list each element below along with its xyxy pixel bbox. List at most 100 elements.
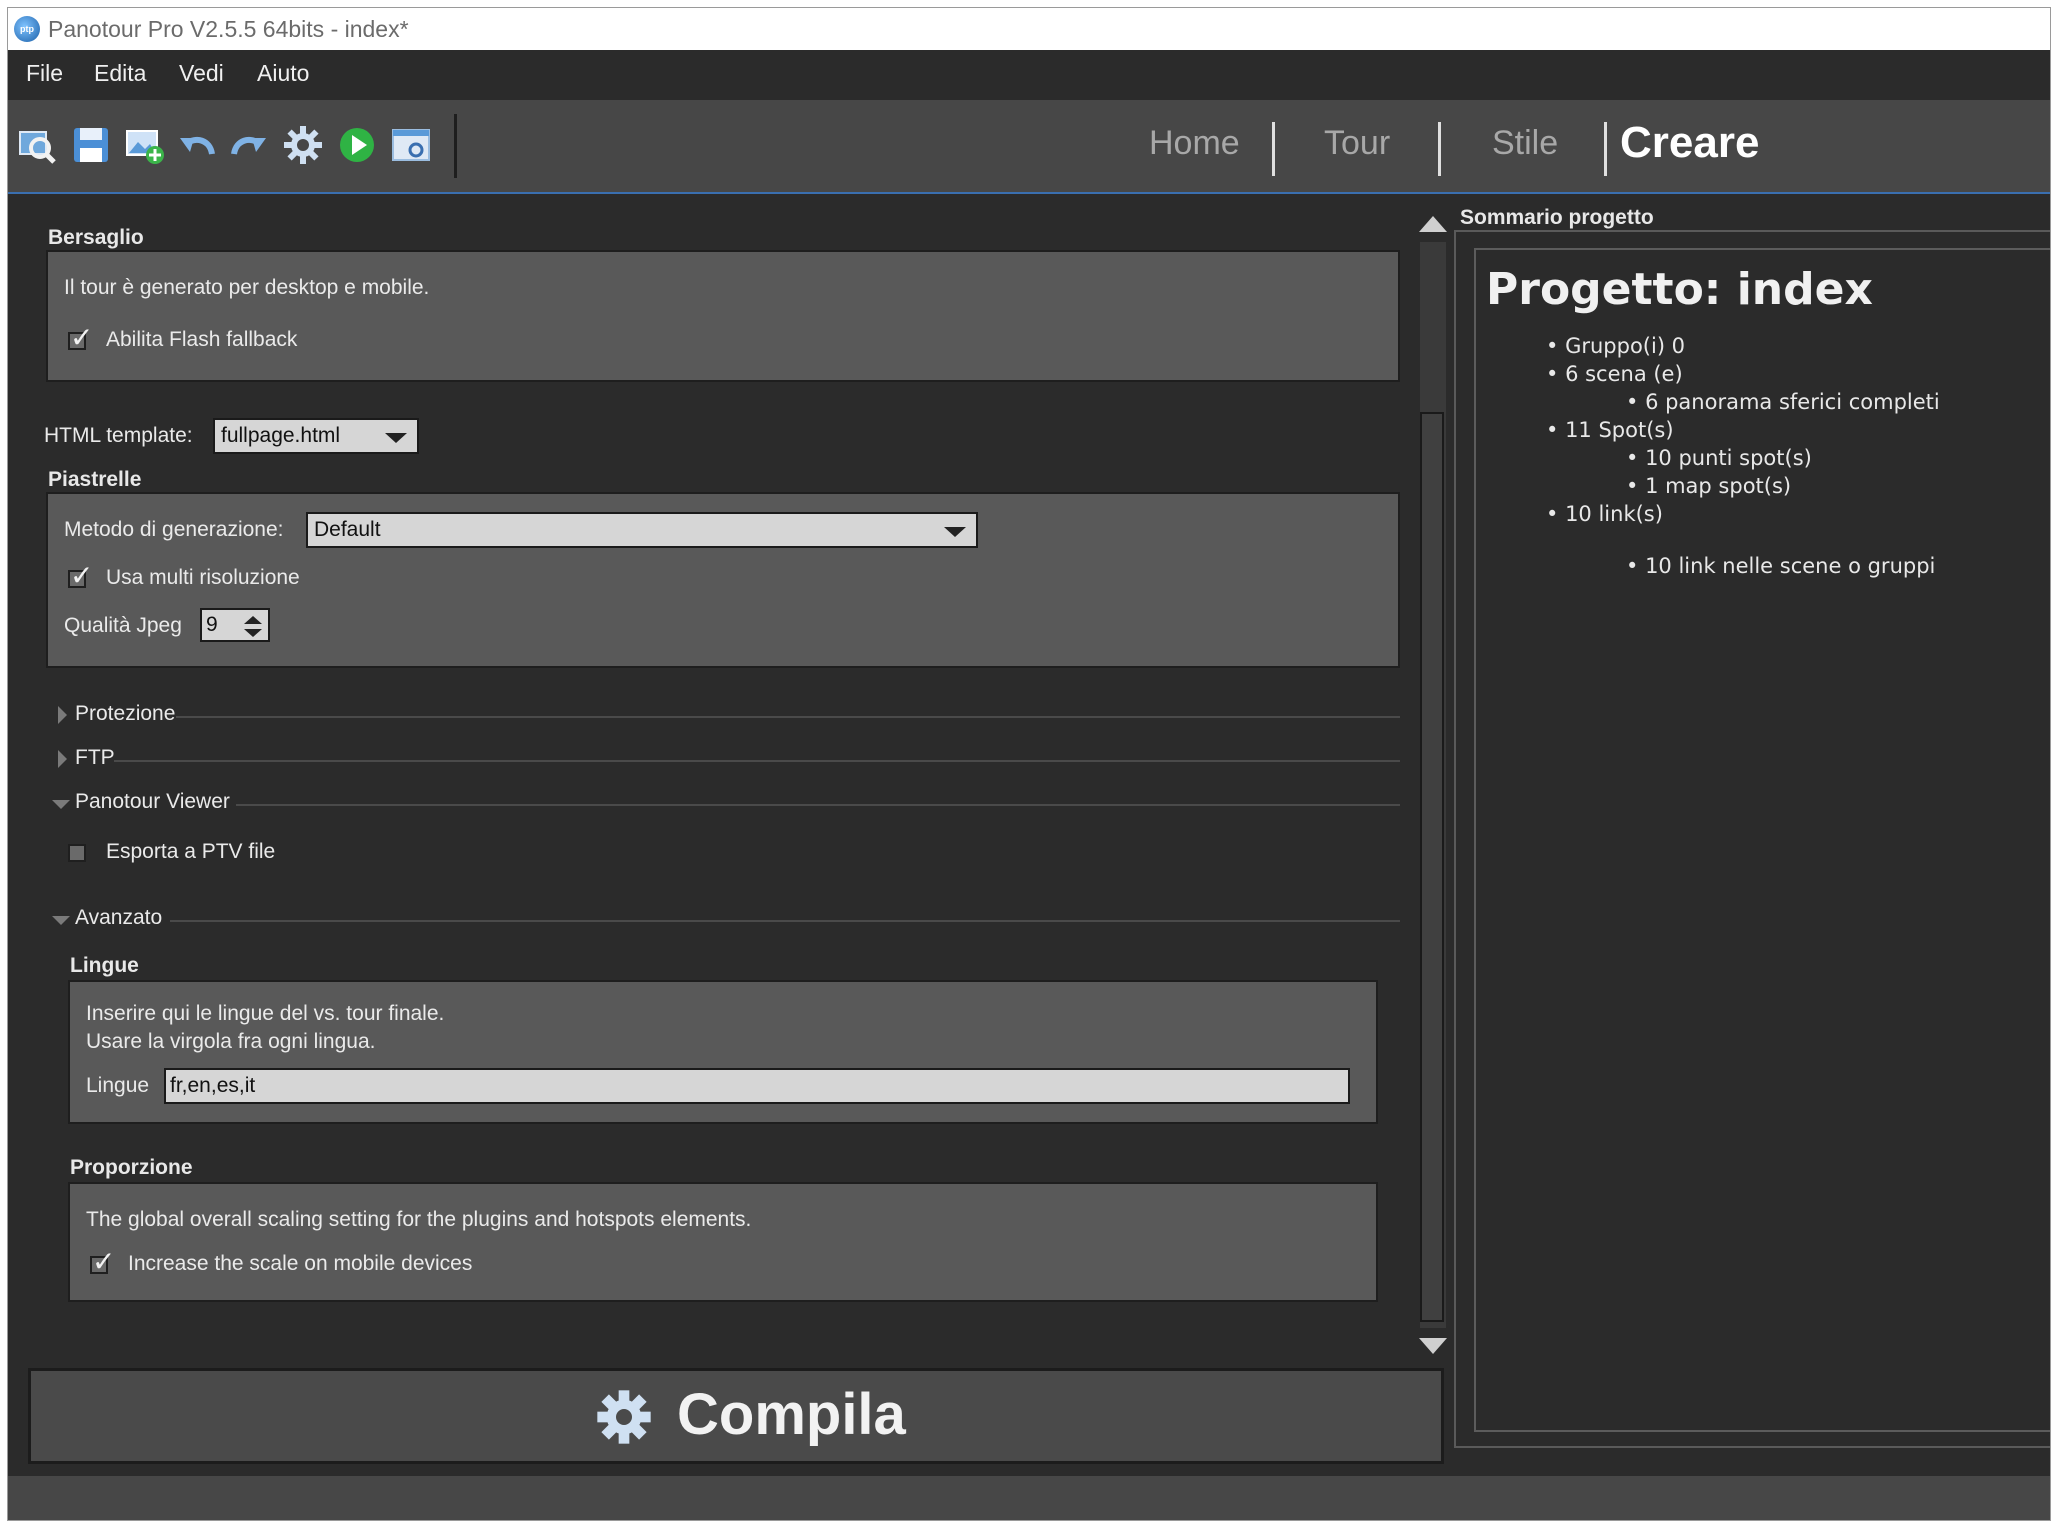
summary-bullet: • 1 map spot(s): [1626, 474, 1792, 498]
mobile-scale-checkbox[interactable]: ✓: [90, 1248, 115, 1276]
tab-home[interactable]: Home: [1149, 124, 1240, 163]
build-settings-panel: Bersaglio Il tour è generato per desktop…: [8, 194, 1428, 1350]
html-template-value: fullpage.html: [221, 424, 341, 447]
menu-bar: File Edita Vedi Aiuto: [8, 50, 2050, 100]
status-bar: [8, 1476, 2050, 1520]
multires-label: Usa multi risoluzione: [106, 566, 300, 589]
generation-method-label: Metodo di generazione:: [64, 518, 284, 541]
summary-point-spots: 10 punti spot(s): [1645, 446, 1812, 470]
menu-view[interactable]: Vedi: [179, 60, 224, 87]
divider: [236, 804, 1400, 806]
summary-scenes: 6 scena (e): [1565, 362, 1683, 386]
summary-links: 10 link(s): [1565, 502, 1663, 526]
compile-button[interactable]: Compila: [28, 1368, 1444, 1464]
summary-bullet: • 10 link nelle scene o gruppi: [1626, 554, 1936, 578]
html-template-select[interactable]: fullpage.html: [213, 418, 419, 454]
checkmark-icon: ✓: [92, 1246, 116, 1277]
export-ptv-checkbox[interactable]: [68, 844, 86, 862]
find-icon[interactable]: [16, 124, 58, 166]
spin-up-icon[interactable]: [244, 616, 262, 624]
languages-help-line1: Inserire qui le lingue del vs. tour fina…: [86, 1002, 445, 1025]
divider: [114, 760, 1400, 762]
undo-icon[interactable]: [176, 124, 218, 166]
preview-window-icon[interactable]: [390, 124, 432, 166]
scroll-up-arrow-icon[interactable]: [1419, 216, 1447, 232]
multires-checkbox[interactable]: ✓: [68, 562, 93, 590]
summary-bullet: • 10 link(s): [1546, 502, 1663, 526]
section-protection[interactable]: Protezione: [75, 702, 175, 726]
languages-group: Inserire qui le lingue del vs. tour fina…: [68, 980, 1378, 1124]
section-ftp[interactable]: FTP: [75, 746, 115, 770]
summary-bullet: • 6 panorama sferici completi: [1626, 390, 1940, 414]
summary-panel-title: Sommario progetto: [1460, 206, 1654, 229]
languages-input[interactable]: fr,en,es,it: [164, 1068, 1350, 1104]
menu-file[interactable]: File: [26, 60, 63, 87]
generation-method-select[interactable]: Default: [306, 512, 978, 548]
chevron-down-icon: [385, 433, 407, 443]
proportion-group-title: Proporzione: [70, 1156, 193, 1179]
window-title: Panotour Pro V2.5.5 64bits - index*: [48, 16, 409, 42]
scroll-down-arrow-icon[interactable]: [1419, 1338, 1447, 1354]
summary-bullet: • 6 scena (e): [1546, 362, 1683, 386]
proportion-description: The global overall scaling setting for t…: [86, 1208, 752, 1231]
languages-field-label: Lingue: [86, 1074, 150, 1097]
summary-map-spots: 1 map spot(s): [1645, 474, 1792, 498]
scroll-thumb[interactable]: [1420, 412, 1444, 1322]
summary-bullet: • Gruppo(i) 0: [1546, 334, 1686, 358]
tab-separator: [1604, 122, 1607, 176]
section-advanced[interactable]: Avanzato: [75, 906, 162, 930]
tab-separator: [1438, 122, 1441, 176]
toolbar-separator: [454, 114, 457, 178]
add-panorama-icon[interactable]: [124, 124, 166, 166]
expand-arrow-icon[interactable]: [58, 750, 67, 768]
app-window: ptp Panotour Pro V2.5.5 64bits - index* …: [8, 8, 2050, 1520]
play-icon[interactable]: [336, 124, 378, 166]
checkmark-icon: ✓: [70, 322, 94, 353]
spin-down-icon[interactable]: [244, 629, 262, 637]
vertical-scrollbar[interactable]: [1418, 212, 1448, 1360]
tab-style[interactable]: Stile: [1492, 124, 1558, 163]
summary-bullet: • 11 Spot(s): [1546, 418, 1674, 442]
section-panotour-viewer[interactable]: Panotour Viewer: [75, 790, 230, 814]
divider: [170, 920, 1400, 922]
mobile-scale-label: Increase the scale on mobile devices: [128, 1252, 473, 1275]
languages-input-value: fr,en,es,it: [170, 1074, 256, 1097]
languages-help-line2: Usare la virgola fra ogni lingua.: [86, 1030, 376, 1053]
compile-label: Compila: [677, 1382, 906, 1447]
summary-heading: Progetto: index: [1486, 264, 1873, 315]
expand-arrow-icon[interactable]: [58, 706, 67, 724]
gear-icon: [597, 1390, 651, 1444]
menu-help[interactable]: Aiuto: [257, 60, 309, 87]
html-template-label: HTML template:: [44, 424, 193, 447]
tab-separator: [1272, 122, 1275, 176]
checkmark-icon: ✓: [70, 560, 94, 591]
tab-create[interactable]: Creare: [1620, 118, 1759, 168]
export-ptv-label: Esporta a PTV file: [106, 840, 276, 863]
target-group-title: Bersaglio: [48, 226, 144, 249]
collapse-arrow-icon[interactable]: [52, 916, 70, 925]
tab-tour[interactable]: Tour: [1324, 124, 1390, 163]
summary-spots: 11 Spot(s): [1565, 418, 1674, 442]
tiles-group: Metodo di generazione: Default ✓ Usa mul…: [46, 492, 1400, 668]
save-icon[interactable]: [70, 124, 112, 166]
target-group: Il tour è generato per desktop e mobile.…: [46, 250, 1400, 382]
jpeg-quality-spinbox[interactable]: 9: [200, 608, 270, 642]
settings-gear-icon[interactable]: [282, 124, 324, 166]
collapse-arrow-icon[interactable]: [52, 800, 70, 809]
title-bar: ptp Panotour Pro V2.5.5 64bits - index*: [8, 8, 2050, 50]
jpeg-quality-value: 9: [206, 613, 218, 636]
flash-fallback-checkbox[interactable]: ✓: [68, 324, 93, 352]
languages-group-title: Lingue: [70, 954, 139, 977]
proportion-group: The global overall scaling setting for t…: [68, 1182, 1378, 1302]
redo-icon[interactable]: [228, 124, 270, 166]
divider: [176, 716, 1400, 718]
flash-fallback-label: Abilita Flash fallback: [106, 328, 298, 351]
summary-links-detail: 10 link nelle scene o gruppi: [1645, 554, 1936, 578]
summary-bullet: • 10 punti spot(s): [1626, 446, 1812, 470]
summary-groups: Gruppo(i) 0: [1565, 334, 1686, 358]
chevron-down-icon: [944, 527, 966, 537]
app-logo-icon: ptp: [14, 16, 40, 42]
tiles-group-title: Piastrelle: [48, 468, 142, 491]
summary-panoramas: 6 panorama sferici completi: [1645, 390, 1940, 414]
menu-edit[interactable]: Edita: [94, 60, 146, 87]
